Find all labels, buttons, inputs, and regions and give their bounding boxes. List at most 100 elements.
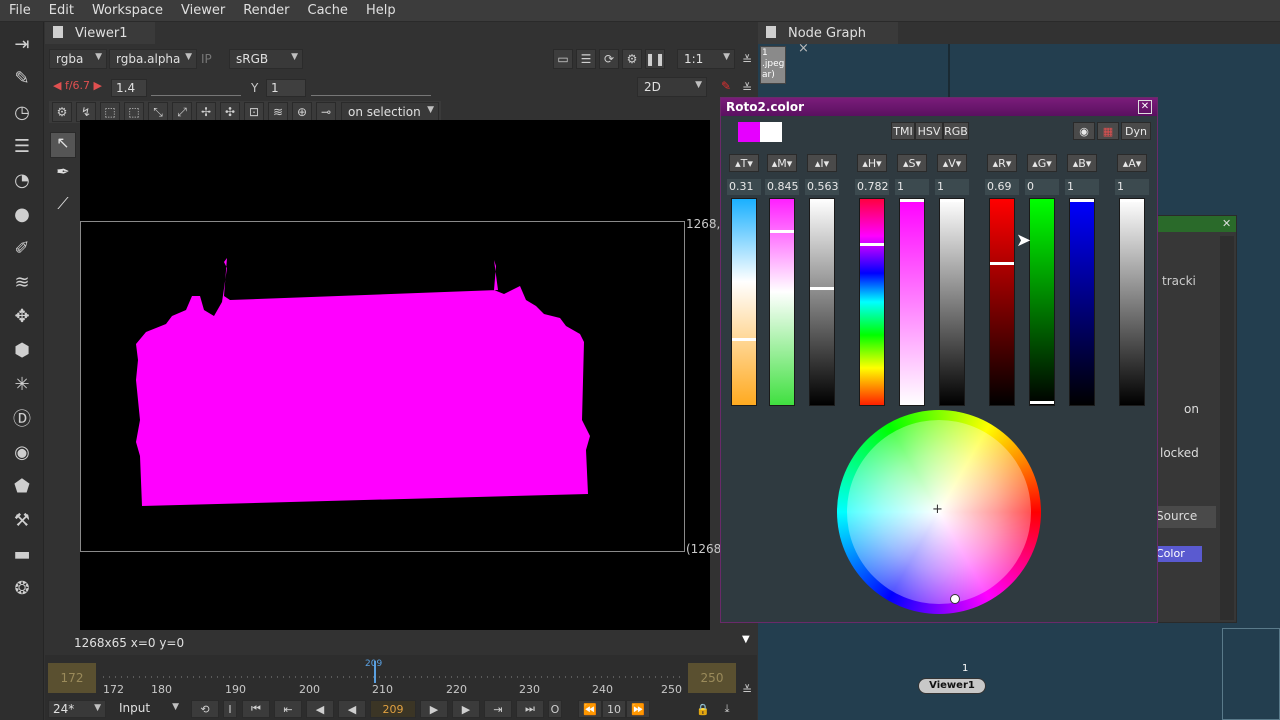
gain-slider[interactable] bbox=[151, 80, 241, 96]
channel-r-slider[interactable] bbox=[989, 198, 1015, 406]
settings-icon[interactable]: ⚙ bbox=[622, 49, 642, 69]
roi-icon[interactable]: ▭ bbox=[553, 49, 573, 69]
roto-link-icon[interactable]: ⊕ bbox=[292, 102, 312, 122]
color-wheel-icon[interactable]: ◉ bbox=[1073, 122, 1095, 140]
gamma-slider[interactable] bbox=[311, 80, 431, 96]
out-frame-field[interactable]: 250 bbox=[688, 663, 736, 693]
transform-icon[interactable]: ✥ bbox=[8, 302, 36, 330]
swatches-icon[interactable]: ▦ bbox=[1097, 122, 1119, 140]
channel-r-value[interactable]: 0.69 bbox=[985, 179, 1019, 195]
play-backward-icon[interactable]: ◀ bbox=[338, 700, 366, 718]
ip-button[interactable]: IP bbox=[201, 52, 212, 66]
roto-feather-icon[interactable]: ↯ bbox=[76, 102, 96, 122]
roto-scale-icon[interactable]: ⤢ bbox=[172, 102, 192, 122]
lines-icon[interactable]: ☰ bbox=[576, 49, 596, 69]
roto-center-icon[interactable]: ✢ bbox=[196, 102, 216, 122]
menu-viewer[interactable]: Viewer bbox=[172, 3, 234, 18]
dynamic-button[interactable]: Dyn bbox=[1121, 122, 1151, 140]
color-icon[interactable]: ◔ bbox=[8, 166, 36, 194]
loop-icon[interactable]: ⟲ bbox=[191, 700, 219, 718]
channel-m-slider[interactable] bbox=[769, 198, 795, 406]
tab-node-graph[interactable]: Node Graph × bbox=[758, 22, 898, 56]
close-icon[interactable]: × bbox=[798, 41, 809, 56]
read-node[interactable]: 1 .jpeg ar) bbox=[760, 46, 786, 84]
refresh-icon[interactable]: ⟳ bbox=[599, 49, 619, 69]
channel-t-slider[interactable] bbox=[731, 198, 757, 406]
particles-icon[interactable]: ✳ bbox=[8, 370, 36, 398]
roto-points-icon[interactable]: ⬚ bbox=[100, 102, 120, 122]
channel-s-value[interactable]: 1 bbox=[895, 179, 929, 195]
in-frame-field[interactable]: 172 bbox=[48, 663, 96, 693]
channel-i-slider[interactable] bbox=[809, 198, 835, 406]
roto-box-icon[interactable]: ⬚ bbox=[124, 102, 144, 122]
channel-i-marker[interactable] bbox=[810, 287, 834, 290]
flipbook-icon[interactable]: ⤓ bbox=[717, 700, 737, 718]
roto-settings-icon[interactable]: ⚙ bbox=[52, 102, 72, 122]
next-keyframe-icon[interactable]: ⇥ bbox=[484, 700, 512, 718]
view-mode-select[interactable]: 2D ▼ bbox=[637, 77, 707, 97]
properties-tab-tracking[interactable]: tracki bbox=[1162, 274, 1196, 288]
channel-b-marker[interactable] bbox=[1070, 199, 1094, 202]
channel-icon[interactable]: ☰ bbox=[8, 132, 36, 160]
channel-v-marker[interactable] bbox=[940, 199, 964, 202]
draw-icon[interactable]: ✎ bbox=[8, 64, 36, 92]
zoom-select[interactable]: 1:1 ▼ bbox=[677, 49, 735, 69]
channel-v-value[interactable]: 1 bbox=[935, 179, 969, 195]
channel-a-marker[interactable] bbox=[1120, 199, 1144, 202]
3d-icon[interactable]: ⬢ bbox=[8, 336, 36, 364]
furnace-icon[interactable]: ❂ bbox=[8, 574, 36, 602]
in-point-button[interactable]: I bbox=[223, 700, 237, 718]
channels-select[interactable]: rgba ▼ bbox=[49, 49, 107, 69]
menu-file[interactable]: File bbox=[0, 3, 40, 18]
fps-select[interactable]: 24* ▼ bbox=[48, 700, 106, 718]
step-field[interactable]: 10 bbox=[602, 700, 626, 718]
roto-track-icon[interactable]: ⊸ bbox=[316, 102, 336, 122]
selection-mode-select[interactable]: on selection ▼ bbox=[341, 102, 439, 122]
prev-frame-icon[interactable]: ◀ bbox=[306, 700, 334, 718]
channel-i-button[interactable]: ▴I▾ bbox=[807, 154, 837, 172]
properties-color-item[interactable]: Color bbox=[1156, 546, 1202, 562]
pen-tool-icon[interactable]: ✒ bbox=[50, 162, 76, 188]
lock-icon[interactable]: 🔒 bbox=[693, 700, 713, 718]
timeline-more-icon[interactable]: ≚ bbox=[742, 683, 752, 697]
channel-h-marker[interactable] bbox=[860, 243, 884, 246]
channel-s-marker[interactable] bbox=[900, 199, 924, 202]
pause-icon[interactable]: ❚❚ bbox=[645, 49, 665, 69]
brush-tool-icon[interactable]: ⟋ bbox=[50, 194, 76, 220]
channel-s-slider[interactable] bbox=[899, 198, 925, 406]
channel-b-button[interactable]: ▴B▾ bbox=[1067, 154, 1097, 172]
viewer-node[interactable]: Viewer1 bbox=[918, 678, 986, 694]
skip-back-icon[interactable]: ⏪ bbox=[578, 700, 602, 718]
image-icon[interactable]: ⇥ bbox=[8, 30, 36, 58]
menu-workspace[interactable]: Workspace bbox=[83, 3, 172, 18]
properties-source-button[interactable]: Source bbox=[1156, 506, 1216, 528]
channel-g-value[interactable]: 0 bbox=[1025, 179, 1059, 195]
properties-close-icon[interactable]: ✕ bbox=[1222, 217, 1231, 230]
channel-h-button[interactable]: ▴H▾ bbox=[857, 154, 887, 172]
out-point-button[interactable]: O bbox=[548, 700, 562, 718]
views-icon[interactable]: ◉ bbox=[8, 438, 36, 466]
channel-m-marker[interactable] bbox=[770, 230, 794, 233]
more-icon[interactable]: ≚ bbox=[742, 53, 752, 67]
channel-a-value[interactable]: 1 bbox=[1115, 179, 1149, 195]
gain-field[interactable]: 1.4 bbox=[111, 79, 147, 97]
menu-help[interactable]: Help bbox=[357, 3, 405, 18]
roto-visible-icon[interactable]: ⊡ bbox=[244, 102, 264, 122]
first-frame-icon[interactable]: ⏮ bbox=[242, 700, 270, 718]
prev-keyframe-icon[interactable]: ⇤ bbox=[274, 700, 302, 718]
metadata-icon[interactable]: ⬟ bbox=[8, 472, 36, 500]
input-mode-select[interactable]: Input ▼ bbox=[113, 700, 183, 718]
channel-g-button[interactable]: ▴G▾ bbox=[1027, 154, 1057, 172]
menu-cache[interactable]: Cache bbox=[299, 3, 357, 18]
fstop-label[interactable]: ◀ f/6.7 ▶ bbox=[53, 79, 102, 92]
channel-r-button[interactable]: ▴R▾ bbox=[987, 154, 1017, 172]
channel-i-value[interactable]: 0.563 bbox=[805, 179, 839, 195]
channel-a-button[interactable]: ▴A▾ bbox=[1117, 154, 1147, 172]
gamma-field[interactable]: 1 bbox=[266, 79, 306, 97]
channel-g-slider[interactable] bbox=[1029, 198, 1055, 406]
current-color-swatch[interactable] bbox=[738, 122, 760, 142]
colorspace-select[interactable]: sRGB ▼ bbox=[229, 49, 303, 69]
channel-s-button[interactable]: ▴S▾ bbox=[897, 154, 927, 172]
skip-forward-icon[interactable]: ⏩ bbox=[626, 700, 650, 718]
channel-a-slider[interactable] bbox=[1119, 198, 1145, 406]
